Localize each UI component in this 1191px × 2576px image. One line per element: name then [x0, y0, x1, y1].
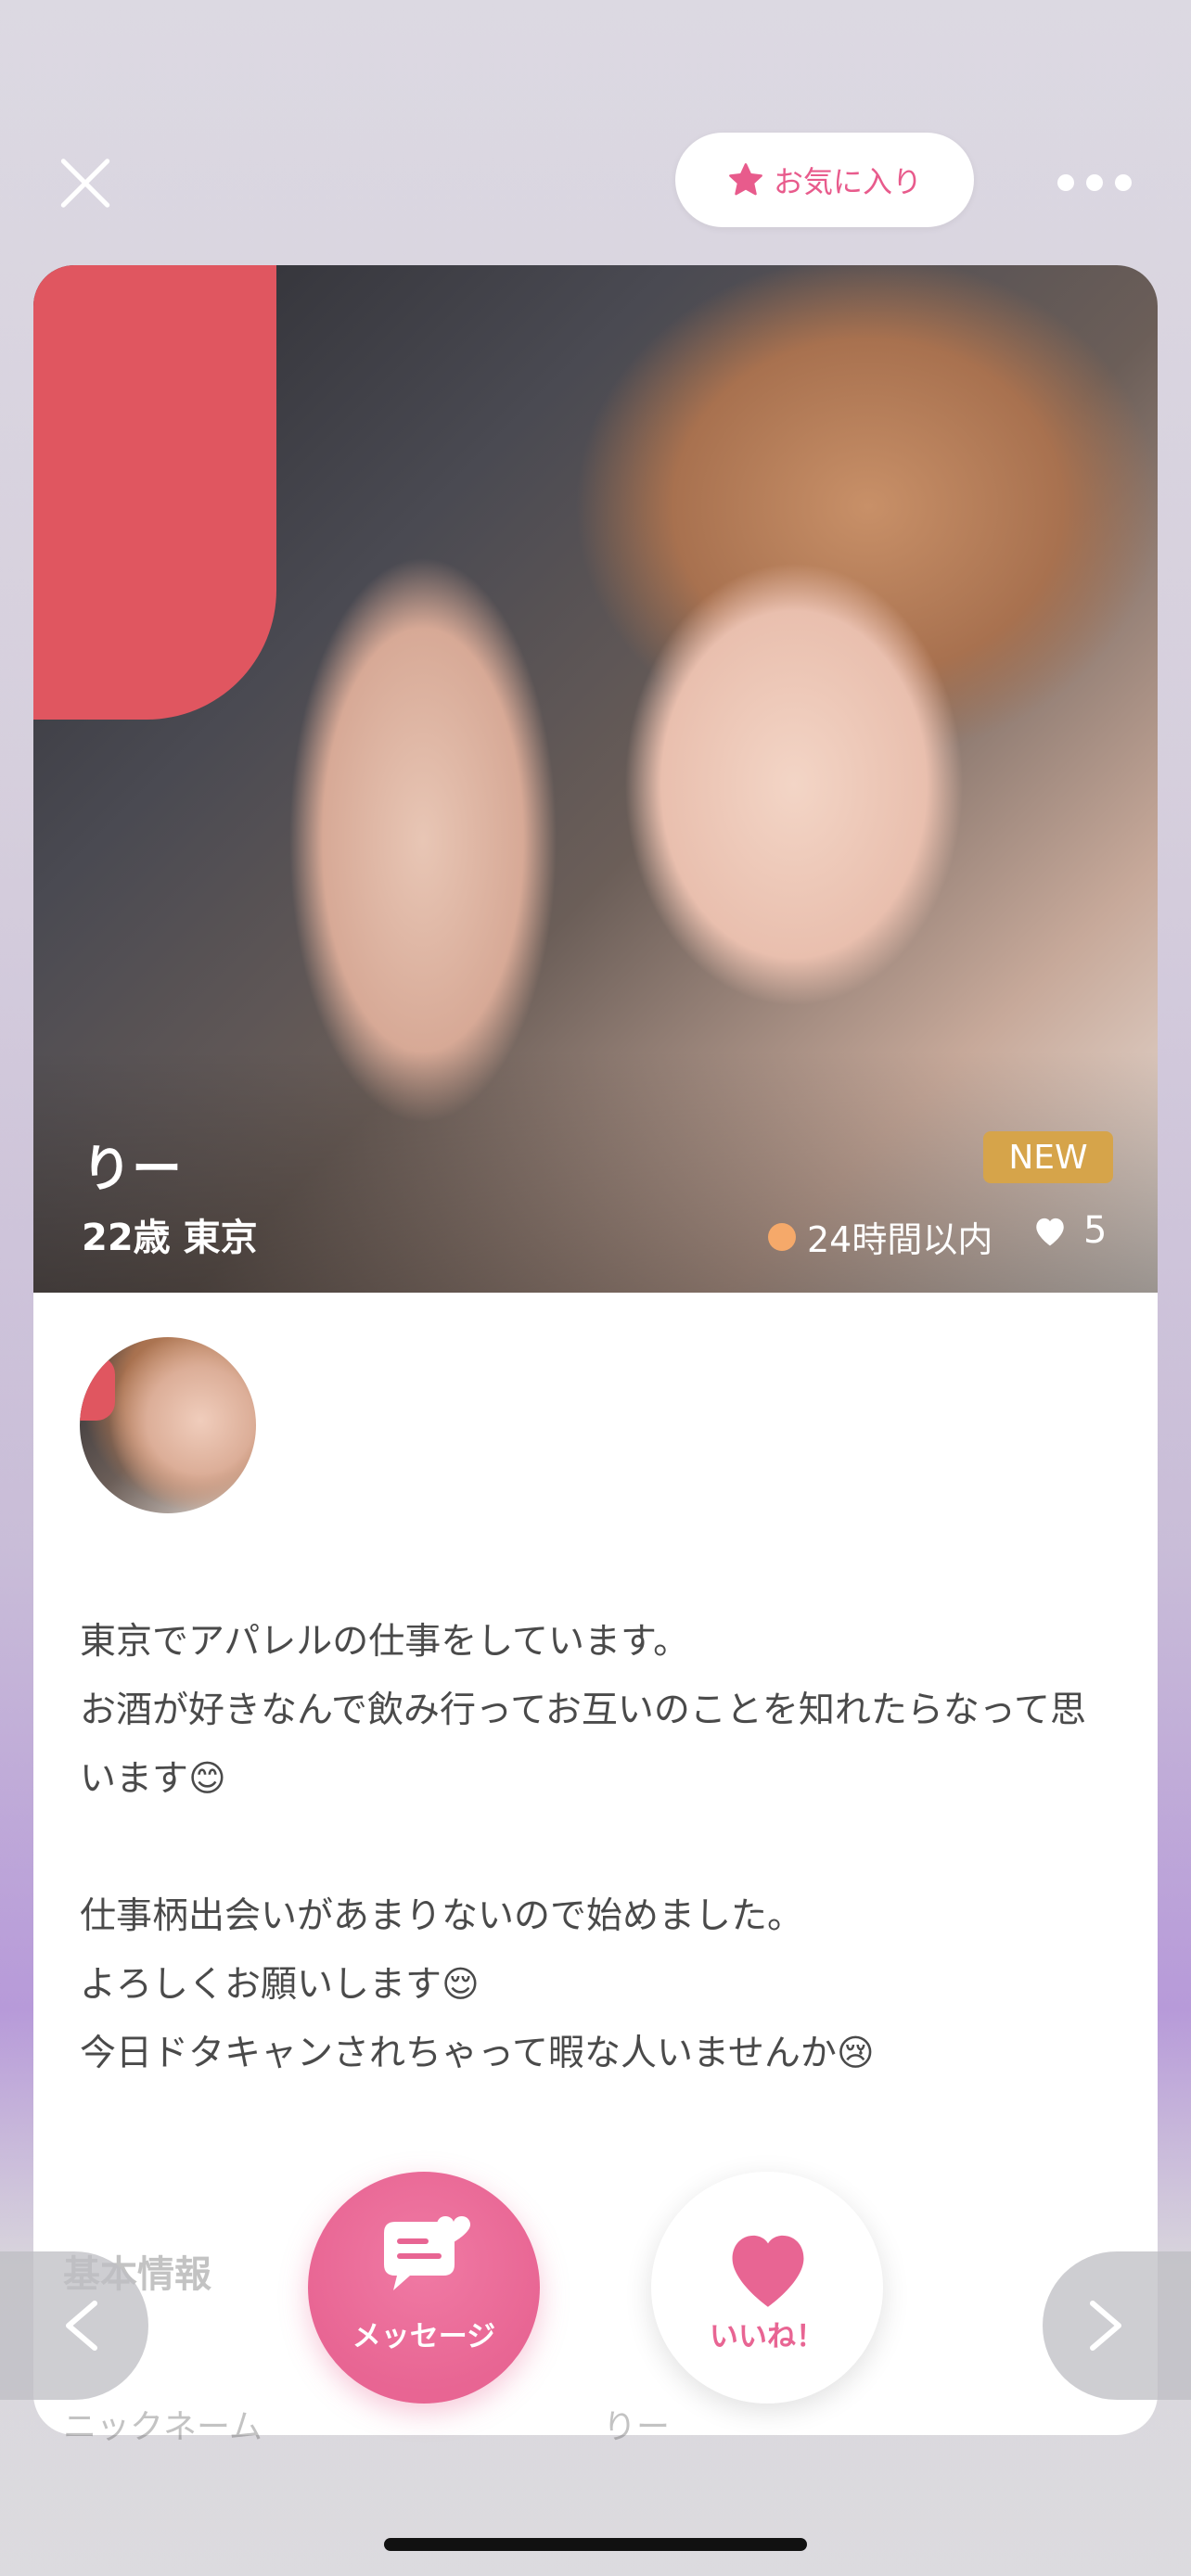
- nickname-value: りー: [603, 2408, 671, 2446]
- next-profile-button[interactable]: [1043, 2251, 1191, 2400]
- favorite-label: お気に入り: [773, 164, 922, 199]
- photo-red-sticker: [33, 265, 276, 720]
- likes-value: 5: [1083, 1209, 1108, 1252]
- profile-age-city: 22歳 東京: [82, 1217, 258, 1259]
- message-label: メッセージ: [352, 2320, 496, 2353]
- message-button[interactable]: メッセージ: [308, 2172, 540, 2404]
- bio-line: 東京でアパレルの仕事をしています。: [80, 1621, 690, 1663]
- profile-bio: 東京でアパレルの仕事をしています。 お酒が好きなんで飲み行ってお互いのことを知れ…: [80, 1608, 1119, 2088]
- previous-profile-button[interactable]: [0, 2251, 148, 2400]
- favorite-button[interactable]: お気に入り: [675, 133, 974, 227]
- bio-line: 仕事柄出会いがあまりないので始めました。: [80, 1895, 804, 1937]
- login-status: 24時間以内: [768, 1211, 992, 1262]
- bio-line: お酒が好きなんで飲み行ってお互いのことを知れたらなって思います😊: [80, 1690, 1086, 1800]
- avatar-red-sticker: [80, 1356, 115, 1421]
- bio-line: よろしくお願いします😌: [80, 1964, 480, 2006]
- like-button[interactable]: いいね！: [651, 2172, 883, 2404]
- like-label: いいね！: [710, 2320, 825, 2353]
- more-options-icon[interactable]: [1057, 174, 1132, 195]
- more-dot: [1115, 174, 1132, 191]
- avatar[interactable]: [80, 1337, 256, 1513]
- star-icon: [729, 163, 762, 196]
- new-badge: NEW: [983, 1131, 1113, 1183]
- chevron-right-icon: [1090, 2301, 1121, 2351]
- top-bar: お気に入り: [0, 0, 1191, 260]
- login-status-text: 24時間以内: [807, 1219, 993, 1260]
- bio-gap: [80, 1814, 1119, 1882]
- message-bubble-icon: [384, 2216, 470, 2290]
- home-indicator: [384, 2538, 807, 2551]
- more-dot: [1086, 174, 1103, 191]
- status-dot-icon: [768, 1222, 796, 1251]
- profile-photo[interactable]: りー 22歳 東京 NEW 24時間以内 5: [33, 265, 1158, 1293]
- heart-icon: [1036, 1218, 1064, 1246]
- likes-count: 5: [1031, 1209, 1107, 1252]
- bio-line: 今日ドタキャンされちゃって暇な人いませんか😢: [80, 2033, 875, 2074]
- heart-icon: [732, 2235, 804, 2307]
- nickname-label: ニックネーム: [63, 2408, 263, 2446]
- profile-card: りー 22歳 東京 NEW 24時間以内 5 東京でアパレルの仕事をしています。…: [33, 265, 1158, 2435]
- chevron-left-icon: [66, 2301, 97, 2351]
- profile-name: りー: [82, 1140, 182, 1198]
- more-dot: [1057, 174, 1074, 191]
- close-icon[interactable]: [58, 156, 113, 211]
